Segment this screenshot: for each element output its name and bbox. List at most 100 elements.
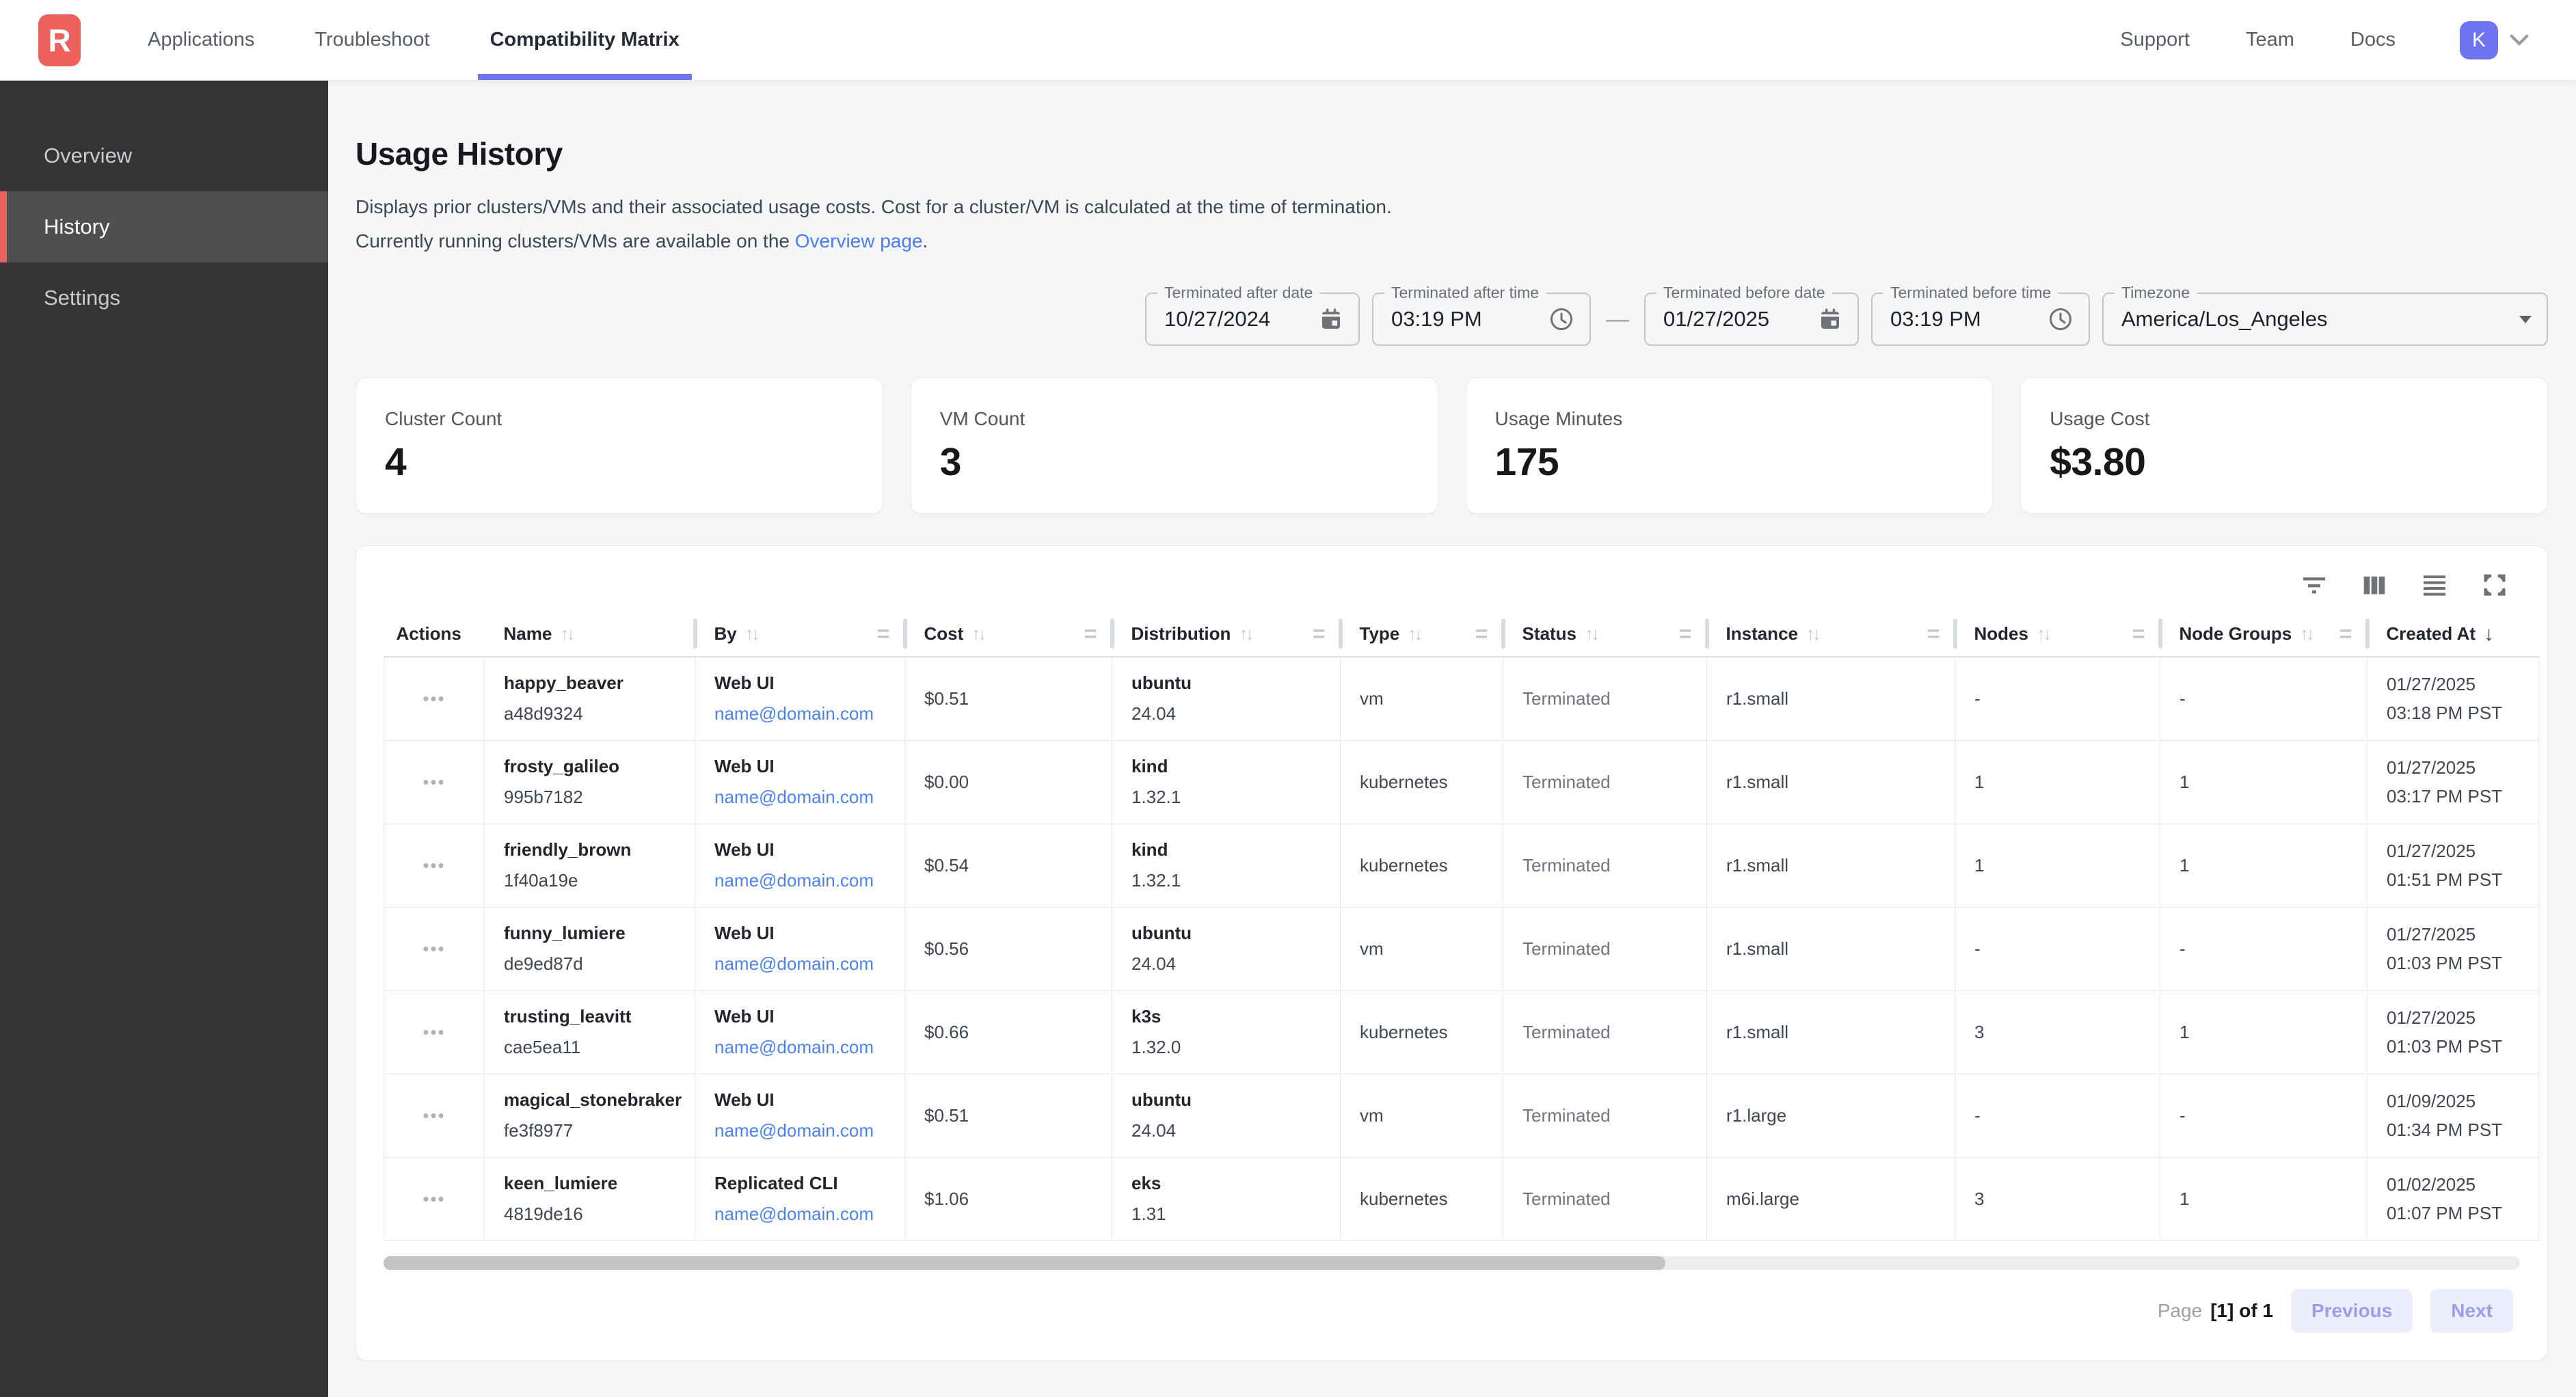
- header-nodes[interactable]: Nodes↑↓=: [1955, 612, 2160, 657]
- email-link[interactable]: name@domain.com: [714, 1204, 904, 1225]
- row-actions-button[interactable]: •••: [422, 778, 445, 785]
- column-resize-handle[interactable]: =: [2339, 621, 2352, 647]
- sort-icon[interactable]: ↑↓: [1806, 623, 1819, 645]
- email-link[interactable]: name@domain.com: [714, 703, 904, 724]
- row-actions-button[interactable]: •••: [422, 695, 445, 702]
- row-density-icon[interactable]: [2419, 569, 2450, 601]
- column-divider: [1705, 619, 1709, 649]
- nav-link-docs[interactable]: Docs: [2350, 29, 2396, 51]
- sidebar-item-overview[interactable]: Overview: [0, 120, 328, 191]
- columns-icon[interactable]: [2359, 569, 2390, 601]
- replicated-logo[interactable]: R: [38, 14, 81, 66]
- nav-item-applications[interactable]: Applications: [144, 0, 258, 80]
- column-resize-handle[interactable]: =: [1084, 621, 1097, 647]
- nav-link-support[interactable]: Support: [2120, 29, 2190, 51]
- email-link[interactable]: name@domain.com: [714, 953, 904, 975]
- sort-icon[interactable]: ↑↓: [1239, 623, 1251, 645]
- clock-icon[interactable]: [2048, 306, 2074, 332]
- email-link[interactable]: name@domain.com: [714, 870, 904, 891]
- cell-distribution: ubuntu24.04: [1112, 657, 1341, 740]
- header-cost[interactable]: Cost↑↓=: [905, 612, 1112, 657]
- primary-nav: Applications Troubleshoot Compatibility …: [144, 0, 684, 80]
- stat-label: Usage Minutes: [1495, 408, 1964, 430]
- overview-page-link[interactable]: Overview page: [795, 230, 923, 252]
- nav-item-troubleshoot[interactable]: Troubleshoot: [310, 0, 433, 80]
- email-link[interactable]: name@domain.com: [714, 1120, 904, 1141]
- column-resize-handle[interactable]: =: [1679, 621, 1692, 647]
- chevron-down-icon: [2509, 33, 2530, 47]
- header-name[interactable]: Name↑↓: [485, 612, 695, 657]
- row-actions-button[interactable]: •••: [422, 945, 445, 952]
- terminated-before-time-field[interactable]: Terminated before time 03:19 PM: [1871, 293, 2090, 346]
- stat-card-vm-count: VM Count 3: [911, 377, 1438, 514]
- header-distribution[interactable]: Distribution↑↓=: [1112, 612, 1341, 657]
- cell-created-at: 01/27/202503:18 PM PST: [2367, 657, 2539, 740]
- sort-icon[interactable]: ↑↓: [2037, 623, 2049, 645]
- nav-link-team[interactable]: Team: [2246, 29, 2294, 51]
- column-resize-handle[interactable]: =: [1927, 621, 1940, 647]
- table-row: ••• friendly_brown1f40a19e Web UIname@do…: [384, 824, 2539, 907]
- cell-by: Replicated CLIname@domain.com: [695, 1157, 905, 1240]
- field-label: Timezone: [2115, 284, 2197, 302]
- sort-icon[interactable]: ↑↓: [971, 623, 984, 645]
- row-actions-button[interactable]: •••: [422, 1112, 445, 1119]
- row-actions-button[interactable]: •••: [422, 862, 445, 869]
- previous-page-button[interactable]: Previous: [2291, 1289, 2413, 1333]
- cell-cost: $0.00: [905, 740, 1112, 824]
- cell-by: Web UIname@domain.com: [695, 907, 905, 990]
- sort-desc-icon[interactable]: ↓: [2484, 623, 2494, 646]
- email-link[interactable]: name@domain.com: [714, 1037, 904, 1058]
- table-toolbar: [384, 569, 2520, 601]
- cell-type: vm: [1341, 1074, 1503, 1157]
- cell-nodes: 3: [1955, 990, 2160, 1074]
- usage-history-table: Actions Name↑↓ By↑↓= Cost↑↓= Distributio…: [384, 612, 2539, 1241]
- sort-icon[interactable]: ↑↓: [1408, 623, 1420, 645]
- nav-item-compatibility-matrix[interactable]: Compatibility Matrix: [486, 0, 684, 80]
- terminated-after-date-field[interactable]: Terminated after date 10/27/2024: [1145, 293, 1360, 346]
- sort-icon[interactable]: ↑↓: [560, 623, 572, 645]
- cell-cost: $0.56: [905, 907, 1112, 990]
- column-resize-handle[interactable]: =: [1313, 621, 1326, 647]
- column-resize-handle[interactable]: =: [877, 621, 890, 647]
- header-created-at[interactable]: Created At↓: [2367, 612, 2539, 657]
- row-actions-button[interactable]: •••: [422, 1029, 445, 1035]
- fullscreen-icon[interactable]: [2479, 569, 2510, 601]
- sort-icon[interactable]: ↑↓: [745, 623, 757, 645]
- cell-distribution: eks1.31: [1112, 1157, 1341, 1240]
- column-divider: [1110, 619, 1114, 649]
- filter-icon[interactable]: [2298, 569, 2330, 601]
- sort-icon[interactable]: ↑↓: [2300, 623, 2312, 645]
- sort-icon[interactable]: ↑↓: [1585, 623, 1597, 645]
- terminated-before-date-field[interactable]: Terminated before date 01/27/2025: [1644, 293, 1859, 346]
- next-page-button[interactable]: Next: [2430, 1289, 2513, 1333]
- sidebar-item-history[interactable]: History: [0, 191, 328, 262]
- header-status[interactable]: Status↑↓=: [1503, 612, 1707, 657]
- column-resize-handle[interactable]: =: [2132, 621, 2145, 647]
- header-node-groups[interactable]: Node Groups↑↓=: [2160, 612, 2367, 657]
- avatar[interactable]: K: [2460, 21, 2498, 59]
- cell-actions: •••: [384, 824, 485, 907]
- cell-by: Web UIname@domain.com: [695, 657, 905, 740]
- header-type[interactable]: Type↑↓=: [1341, 612, 1503, 657]
- cell-node-groups: -: [2160, 907, 2367, 990]
- field-value: 03:19 PM: [1890, 307, 1981, 331]
- row-actions-button[interactable]: •••: [422, 1195, 445, 1202]
- header-instance[interactable]: Instance↑↓=: [1707, 612, 1955, 657]
- email-link[interactable]: name@domain.com: [714, 787, 904, 808]
- cell-instance: r1.small: [1707, 990, 1955, 1074]
- calendar-icon[interactable]: [1818, 307, 1842, 331]
- header-by[interactable]: By↑↓=: [695, 612, 905, 657]
- cell-nodes: 1: [1955, 824, 2160, 907]
- clock-icon[interactable]: [1548, 306, 1574, 332]
- terminated-after-time-field[interactable]: Terminated after time 03:19 PM: [1372, 293, 1591, 346]
- timezone-select[interactable]: Timezone America/Los_Angeles: [2102, 293, 2548, 346]
- column-resize-handle[interactable]: =: [1475, 621, 1488, 647]
- horizontal-scrollbar-track[interactable]: [384, 1256, 2520, 1270]
- pagination: Page [1] of 1 Previous Next: [384, 1289, 2520, 1333]
- horizontal-scrollbar-thumb[interactable]: [384, 1256, 1665, 1270]
- stat-card-usage-minutes: Usage Minutes 175: [1466, 377, 1994, 514]
- user-menu[interactable]: K: [2460, 21, 2530, 59]
- sidebar-item-settings[interactable]: Settings: [0, 262, 328, 334]
- cell-node-groups: 1: [2160, 824, 2367, 907]
- calendar-icon[interactable]: [1319, 307, 1343, 331]
